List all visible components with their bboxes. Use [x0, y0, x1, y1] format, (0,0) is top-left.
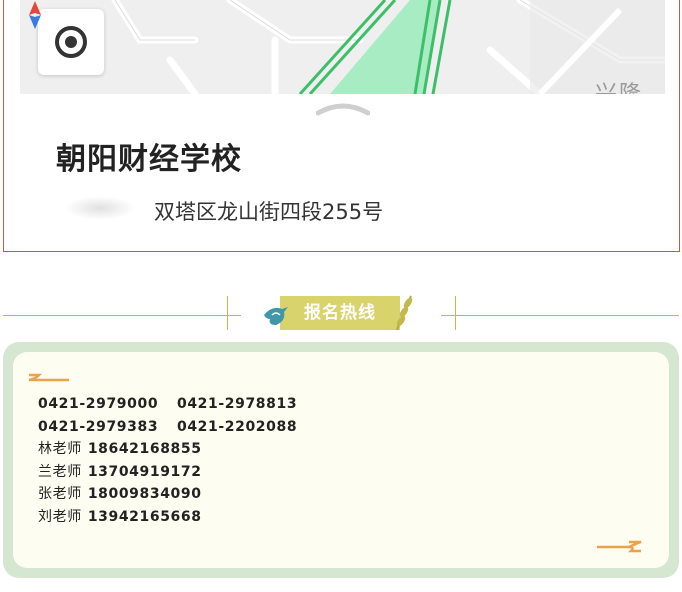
leaf-icon — [396, 295, 413, 331]
hotline-list: 0421-2979000 0421-2978813 0421-2979383 042… — [38, 393, 297, 529]
hotline-frame: 0421-2979000 0421-2978813 0421-2979383 042… — [3, 342, 679, 578]
place-name: 朝阳财经学校 — [56, 142, 242, 177]
phone-number[interactable]: 0421-2202088 — [177, 419, 297, 435]
corner-ornament-bottom-right — [597, 540, 642, 553]
section-header: 报名热线 — [0, 295, 682, 332]
teacher-row: 林老师 18642168855 — [38, 438, 297, 461]
phone-row: 0421-2979383 0421-2202088 — [38, 416, 297, 439]
divider-right-tick — [455, 296, 456, 330]
teacher-name: 兰老师 — [38, 463, 82, 480]
corner-ornament-top-left — [28, 373, 69, 382]
map-view[interactable]: 兴隆 — [20, 0, 665, 94]
map-roads — [111, 0, 665, 94]
compass-icon[interactable] — [20, 0, 50, 30]
location-pin-icon — [64, 196, 136, 220]
teacher-phone[interactable]: 13942165668 — [88, 509, 202, 525]
section-title-badge: 报名热线 — [280, 296, 400, 330]
map-place-label: 兴隆 — [595, 76, 643, 94]
teacher-phone[interactable]: 18009834090 — [88, 486, 202, 502]
teacher-name: 林老师 — [38, 441, 82, 458]
place-address: 双塔区龙山街四段255号 — [154, 200, 384, 224]
locate-dot — [65, 36, 77, 48]
divider-right — [441, 315, 679, 316]
teacher-row: 刘老师 13942165668 — [38, 506, 297, 529]
divider-left-tick — [227, 296, 228, 330]
bird-icon — [264, 307, 288, 325]
map-card: 兴隆 朝阳财经学校 双塔区龙山街四段255号 — [3, 0, 680, 252]
teacher-row: 张老师 18009834090 — [38, 483, 297, 506]
phone-number[interactable]: 0421-2979000 — [38, 393, 177, 416]
divider-left — [3, 315, 241, 316]
teacher-phone[interactable]: 13704919172 — [88, 464, 202, 480]
section-title: 报名热线 — [304, 303, 376, 323]
teacher-name: 刘老师 — [38, 508, 82, 525]
teacher-name: 张老师 — [38, 486, 82, 503]
hotline-panel: 0421-2979000 0421-2978813 0421-2979383 042… — [13, 352, 669, 568]
teacher-row: 兰老师 13704919172 — [38, 461, 297, 484]
chevron-up-icon[interactable] — [316, 99, 370, 117]
phone-number[interactable]: 0421-2978813 — [177, 396, 297, 412]
phone-row: 0421-2979000 0421-2978813 — [38, 393, 297, 416]
teacher-phone[interactable]: 18642168855 — [88, 441, 202, 457]
phone-number[interactable]: 0421-2979383 — [38, 416, 177, 439]
